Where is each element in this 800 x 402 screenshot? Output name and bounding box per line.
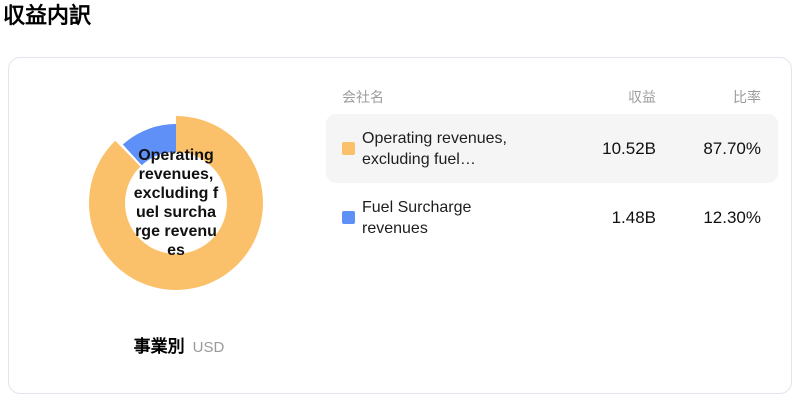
table-row[interactable]: Fuel Surcharge revenues 1.48B 12.30%: [326, 183, 778, 252]
ratio-value: 12.30%: [703, 207, 761, 227]
revenue-value: 1.48B: [611, 207, 656, 227]
series-name: Fuel Surcharge revenues: [362, 198, 472, 237]
breakdown-table: 会社名 収益 比率 Operating revenues, excluding …: [326, 87, 778, 252]
header-revenue: 収益: [628, 89, 656, 105]
table-row[interactable]: Operating revenues, excluding fuel… 10.5…: [326, 114, 778, 183]
chart-footer: 事業別 USD: [39, 332, 319, 357]
series-name: Operating revenues, excluding fuel…: [362, 129, 507, 168]
page-title: 収益内訳: [3, 3, 92, 28]
donut-chart[interactable]: Operating revenues, excluding f uel surc…: [81, 108, 271, 298]
header-company-name: 会社名: [342, 89, 384, 105]
series-color-swatch: [342, 211, 355, 224]
revenue-value: 10.52B: [602, 138, 656, 158]
revenue-breakdown-card: Operating revenues, excluding f uel surc…: [8, 57, 792, 394]
table-rows: Operating revenues, excluding fuel… 10.5…: [326, 114, 778, 252]
header-ratio: 比率: [733, 89, 761, 105]
series-color-swatch: [342, 142, 355, 155]
ratio-value: 87.70%: [703, 138, 761, 158]
donut-svg: [89, 116, 263, 290]
chart-dimension-label: 事業別: [133, 337, 185, 356]
table-header-row: 会社名 収益 比率: [326, 87, 778, 107]
chart-currency-label: USD: [192, 339, 225, 356]
